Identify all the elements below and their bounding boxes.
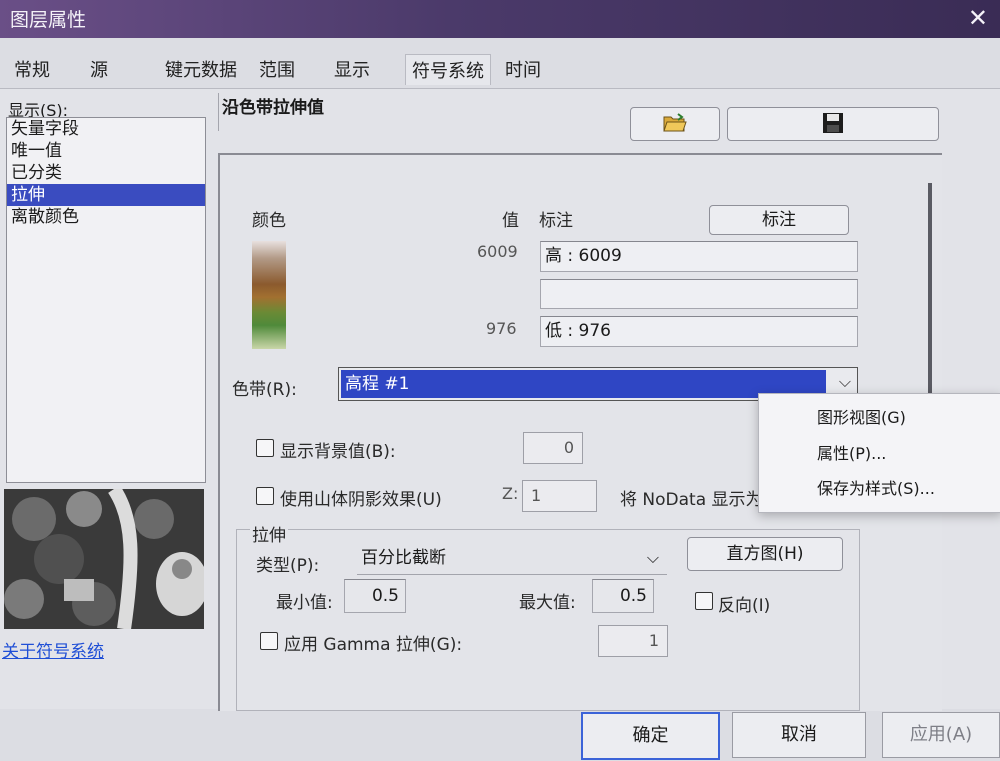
list-item[interactable]: 拉伸: [7, 184, 205, 206]
histogram-button[interactable]: 直方图(H): [687, 537, 843, 571]
low-value: 976: [486, 319, 517, 338]
background-checkbox[interactable]: [256, 439, 274, 457]
title-bar: 图层属性 ✕: [0, 0, 1000, 38]
tab-display[interactable]: 显示: [334, 56, 370, 82]
list-item[interactable]: 已分类: [7, 162, 205, 184]
stretch-type-select[interactable]: 百分比截断 ⌵: [357, 541, 667, 575]
max-label: 最大值:: [519, 593, 576, 613]
open-style-button[interactable]: [630, 107, 720, 141]
menu-item-properties[interactable]: 属性(P)...: [817, 440, 886, 464]
gamma-label: 应用 Gamma 拉伸(G):: [284, 635, 463, 655]
dialog: 常规 源 键元数据 范围 显示 符号系统 时间 显示(S): 矢量字段 唯一值 …: [0, 38, 1000, 761]
folder-open-icon: [663, 113, 687, 132]
color-ramp-swatch: [252, 241, 286, 349]
nodata-label: 将 NoData 显示为: [620, 490, 763, 510]
about-symbology-link[interactable]: 关于符号系统: [2, 637, 104, 662]
tab-general[interactable]: 常规: [14, 56, 50, 82]
low-label-field[interactable]: 低 : 976: [540, 316, 858, 347]
z-label: Z:: [502, 484, 519, 503]
tab-source[interactable]: 源: [90, 56, 108, 82]
close-icon[interactable]: ✕: [968, 4, 988, 32]
tab-key-metadata[interactable]: 键元数据: [165, 56, 237, 82]
menu-item-save-as-style[interactable]: 保存为样式(S)...: [817, 475, 935, 499]
high-value: 6009: [477, 242, 518, 261]
context-menu: 图形视图(G) 属性(P)... 保存为样式(S)...: [758, 393, 1000, 513]
section-title: 沿色带拉伸值: [218, 93, 616, 131]
menu-item-graph-view[interactable]: 图形视图(G): [817, 404, 906, 428]
list-item[interactable]: 矢量字段: [7, 118, 205, 140]
hillshade-checkbox[interactable]: [256, 487, 274, 505]
chevron-down-icon[interactable]: ⌵: [647, 541, 659, 575]
apply-button[interactable]: 应用(A): [882, 712, 1000, 758]
tab-symbology[interactable]: 符号系统: [405, 54, 491, 85]
high-label-field[interactable]: 高 : 6009: [540, 241, 858, 272]
min-value-field[interactable]: 0.5: [344, 579, 406, 613]
color-ramp-label: 色带(R):: [232, 380, 297, 400]
symbology-preview-image: [4, 489, 204, 629]
stretch-type-value: 百分比截断: [361, 548, 446, 568]
max-value-field[interactable]: 0.5: [592, 579, 654, 613]
ok-button[interactable]: 确定: [581, 712, 720, 760]
cancel-button[interactable]: 取消: [732, 712, 866, 758]
color-ramp-value: 高程 #1: [341, 370, 826, 398]
window-title: 图层属性: [10, 9, 87, 31]
save-style-button[interactable]: [727, 107, 939, 141]
z-factor-field[interactable]: 1: [522, 480, 597, 512]
stretch-group-label: 拉伸: [250, 521, 288, 546]
list-item[interactable]: 离散颜色: [7, 206, 205, 228]
chevron-down-icon[interactable]: ⌵: [839, 372, 851, 392]
label-header: 标注: [539, 211, 573, 231]
value-header: 值: [502, 211, 519, 231]
min-label: 最小值:: [276, 593, 333, 613]
list-item[interactable]: 唯一值: [7, 140, 205, 162]
tab-extent[interactable]: 范围: [259, 56, 295, 82]
section-title-text: 沿色带拉伸值: [222, 98, 324, 118]
gamma-checkbox[interactable]: [260, 632, 278, 650]
tab-time[interactable]: 时间: [505, 56, 541, 82]
hillshade-label: 使用山体阴影效果(U): [280, 490, 442, 510]
invert-label: 反向(I): [718, 596, 771, 616]
label-button[interactable]: 标注: [709, 205, 849, 235]
stretch-type-label: 类型(P):: [256, 556, 320, 576]
background-value[interactable]: 0: [523, 432, 583, 464]
color-header: 颜色: [252, 211, 286, 231]
gamma-value-field[interactable]: 1: [598, 625, 668, 657]
background-label: 显示背景值(B):: [280, 442, 396, 462]
floppy-disk-icon: [823, 113, 843, 133]
invert-checkbox[interactable]: [695, 592, 713, 610]
mid-label-field[interactable]: [540, 279, 858, 309]
renderer-list[interactable]: 矢量字段 唯一值 已分类 拉伸 离散颜色: [6, 117, 206, 483]
